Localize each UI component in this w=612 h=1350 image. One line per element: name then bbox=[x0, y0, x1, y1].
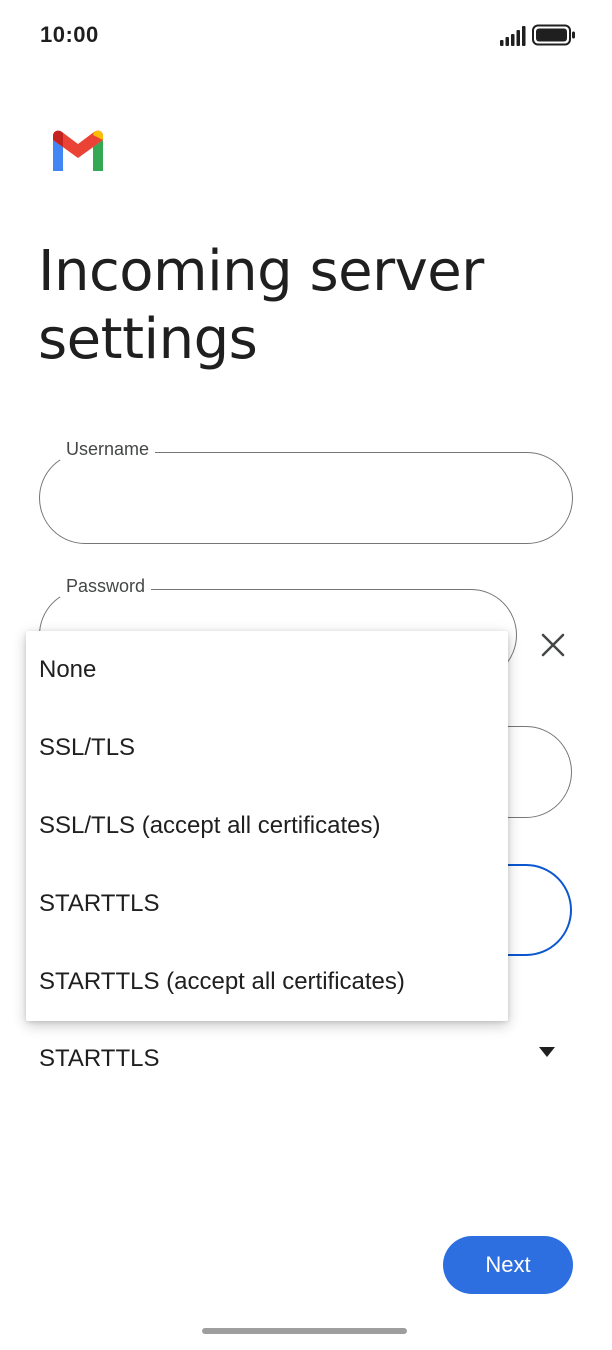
menu-item-starttls[interactable]: STARTTLS bbox=[26, 865, 508, 943]
gmail-logo bbox=[53, 130, 103, 171]
menu-item-starttls-accept-all[interactable]: STARTTLS (accept all certificates) bbox=[26, 943, 508, 1021]
close-icon[interactable] bbox=[538, 630, 568, 660]
dropdown-arrow-icon bbox=[539, 1047, 555, 1057]
page-title: Incoming server settings bbox=[38, 239, 484, 372]
security-dropdown-menu: None SSL/TLS SSL/TLS (accept all certifi… bbox=[26, 631, 508, 1021]
username-field[interactable]: Username bbox=[39, 439, 573, 544]
menu-item-none[interactable]: None bbox=[26, 631, 508, 709]
next-button[interactable]: Next bbox=[443, 1236, 573, 1294]
menu-item-ssl-tls[interactable]: SSL/TLS bbox=[26, 709, 508, 787]
status-bar: 10:00 bbox=[0, 0, 612, 72]
menu-item-ssl-tls-accept-all[interactable]: SSL/TLS (accept all certificates) bbox=[26, 787, 508, 865]
home-indicator[interactable] bbox=[202, 1328, 407, 1334]
username-label: Username bbox=[60, 439, 156, 460]
password-label: Password bbox=[60, 576, 152, 597]
battery-icon bbox=[532, 24, 575, 46]
security-type-select[interactable]: STARTTLS bbox=[0, 1020, 612, 1074]
signal-icon bbox=[500, 26, 526, 46]
security-type-value: STARTTLS bbox=[39, 1045, 160, 1072]
status-time: 10:00 bbox=[40, 22, 99, 47]
